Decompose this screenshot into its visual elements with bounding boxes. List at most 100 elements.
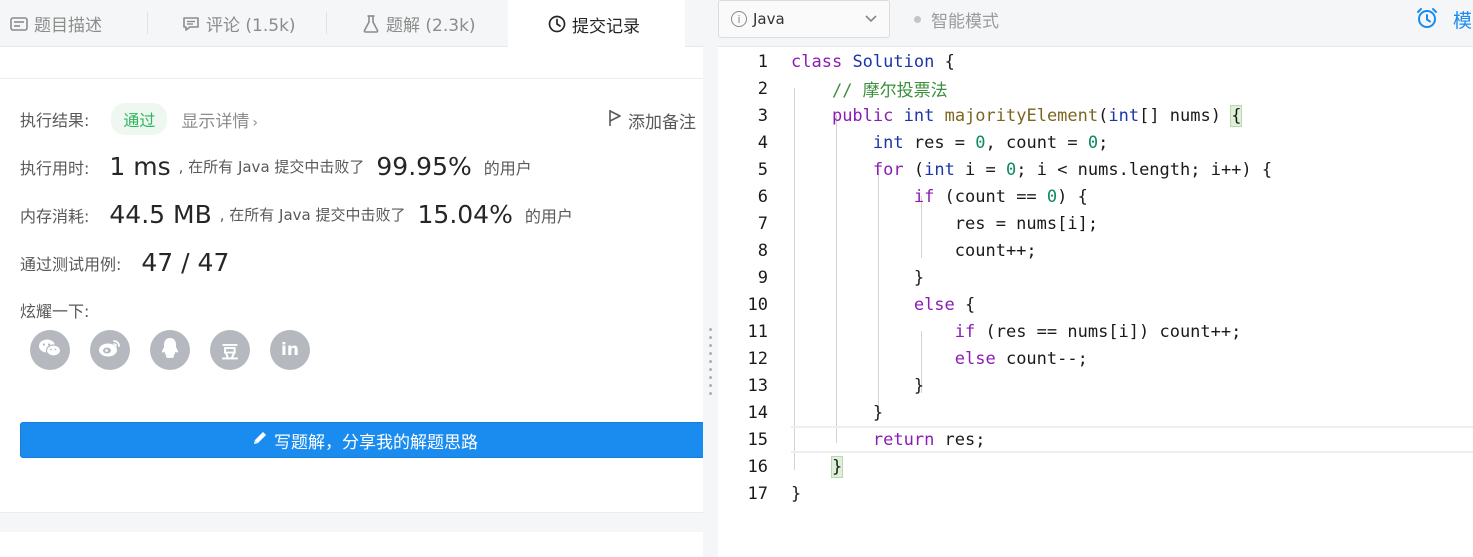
line-code: } [872,402,884,423]
runtime-value: 1 ms [109,152,171,181]
code-line: 4 int res = 0, count = 0; [718,129,1473,156]
memory-label: 内存消耗: [20,206,90,226]
line-code: // 摩尔投票法 [831,81,948,101]
line-number: 12 [747,348,768,369]
weibo-icon [98,338,122,363]
code-line: 11 if (res == nums[i]) count++; [718,318,1473,345]
code-line: 17 } [718,480,1473,507]
line-number: 6 [757,186,768,207]
runtime-row: 执行用时: 1 ms , 在所有 Java 提交中击败了 99.95% 的用户 [20,152,532,181]
tab-comments[interactable]: 评论 (1.5k) [182,0,296,47]
line-code: public int majorityElement(int[] nums) { [831,104,1243,127]
douban-share-button[interactable]: 豆 [210,330,250,370]
tab-submissions-label: 提交记录 [572,16,640,37]
line-code: count++; [954,240,1037,261]
weibo-share-button[interactable] [90,330,130,370]
line-number: 5 [757,159,768,180]
line-number: 1 [757,51,768,72]
code-line: 13 } [718,372,1473,399]
line-code: if (res == nums[i]) count++; [954,321,1242,342]
tab-divider [326,12,327,34]
line-number: 8 [757,240,768,261]
result-label: 执行结果: [20,111,90,130]
code-editor[interactable]: 1 class Solution { 2 // 摩尔投票法 3 public i… [718,48,1473,557]
line-code: } [913,267,925,288]
code-line: 1 class Solution { [718,48,1473,75]
smart-mode-toggle[interactable]: 智能模式 [914,0,999,38]
submission-panel: 题目描述 评论 (1.5k) 题解 (2.3k) 提交记录 执行结果: 通过 显… [0,0,703,557]
editor-toolbar: i Java 智能模式 模 [718,0,1473,47]
pane-resize-handle[interactable] [703,0,718,557]
line-number: 7 [757,213,768,234]
code-line: 9 } [718,264,1473,291]
line-code: for (int i = 0; i < nums.length; i++) { [872,159,1273,180]
line-number: 9 [757,267,768,288]
line-code: else count--; [954,348,1088,369]
description-icon [10,15,28,33]
share-row: 炫耀一下: [20,298,89,322]
flask-icon [362,14,380,33]
mode-label[interactable]: 模 [1453,6,1472,33]
linkedin-icon: in [281,340,299,360]
line-code: res = nums[i]; [954,213,1099,234]
add-note-label: 添加备注 [628,113,696,133]
language-select[interactable]: i Java [718,0,890,38]
code-line: 6 if (count == 0) { [718,183,1473,210]
line-code: if (count == 0) { [913,186,1088,207]
wechat-share-button[interactable] [30,330,70,370]
linkedin-share-button[interactable]: in [270,330,310,370]
line-number: 4 [757,132,768,153]
alarm-clock-icon[interactable] [1415,6,1439,30]
chevron-right-icon: › [252,114,259,131]
code-line: 3 public int majorityElement(int[] nums)… [718,102,1473,129]
matching-bracket: { [1230,104,1243,127]
line-number: 16 [747,456,768,477]
line-number: 17 [747,483,768,504]
share-label: 炫耀一下: [20,302,90,321]
tab-submissions[interactable]: 提交记录 [508,0,685,48]
tab-description[interactable]: 题目描述 [10,0,102,47]
memory-row: 内存消耗: 44.5 MB , 在所有 Java 提交中击败了 15.04% 的… [20,200,573,229]
code-panel: i Java 智能模式 模 1 class Solution { 2 // 摩尔… [718,0,1473,557]
line-code: } [791,483,802,504]
write-solution-button[interactable]: 写题解，分享我的解题思路 [20,422,703,458]
line-code: return res; [872,429,986,450]
memory-text: , 在所有 Java 提交中击败了 [219,206,406,224]
status-dot-icon [914,15,921,23]
add-note-button[interactable]: 添加备注 [608,108,696,133]
wechat-icon [38,338,62,363]
comment-icon [182,15,200,33]
flag-icon [608,109,622,132]
code-line: 8 count++; [718,237,1473,264]
show-details-label: 显示详情 [181,111,250,132]
runtime-suffix: 的用户 [483,158,532,178]
share-buttons: 豆 in [30,330,310,370]
runtime-percentile: 99.95% [376,152,472,181]
douban-icon: 豆 [221,342,239,363]
qq-share-button[interactable] [150,330,190,370]
code-line: 16 } [718,453,1473,480]
smart-mode-label: 智能模式 [931,11,999,32]
line-number: 11 [747,321,768,342]
line-number: 15 [747,429,768,450]
code-line: 14 } [718,399,1473,426]
testcases-label: 通过测试用例: [20,254,122,274]
code-line: 5 for (int i = 0; i < nums.length; i++) … [718,156,1473,183]
show-details-link[interactable]: 显示详情 › [181,107,258,132]
tab-solutions[interactable]: 题解 (2.3k) [362,0,476,47]
tab-divider [147,12,148,34]
line-code: class Solution { [791,51,955,72]
status-badge: 通过 [111,103,168,135]
tab-comments-label: 评论 (1.5k) [206,16,296,36]
write-solution-label: 写题解，分享我的解题思路 [274,432,478,453]
code-line: 7 res = nums[i]; [718,210,1473,237]
memory-percentile: 15.04% [417,200,513,229]
code-line: 2 // 摩尔投票法 [718,75,1473,102]
pencil-icon [252,430,268,451]
line-number: 2 [757,78,768,99]
qq-icon [160,337,180,364]
panel-tab-bar: 题目描述 评论 (1.5k) 题解 (2.3k) 提交记录 [0,0,703,48]
memory-suffix: 的用户 [524,206,573,226]
line-number: 14 [747,402,768,423]
tab-description-label: 题目描述 [34,16,102,36]
